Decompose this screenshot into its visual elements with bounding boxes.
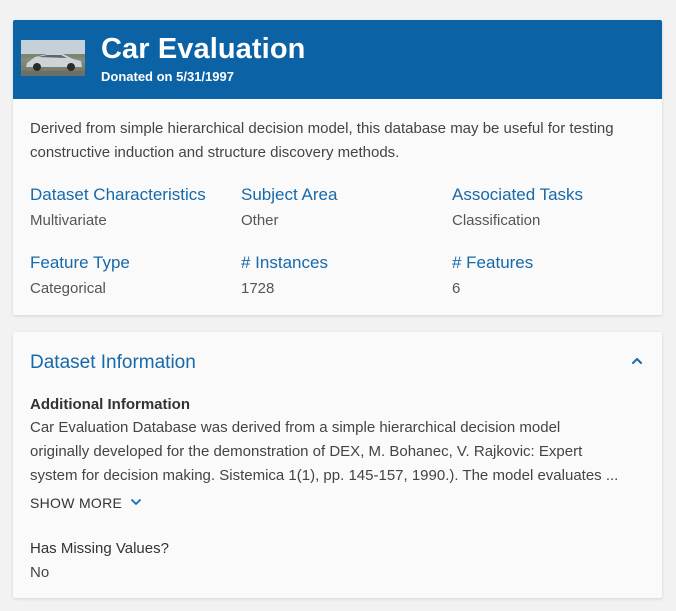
dataset-title: Car Evaluation (101, 33, 306, 65)
characteristic-value-subject-area: Other (241, 212, 279, 229)
characteristic-label-associated-tasks: Associated Tasks (452, 185, 584, 204)
section-title: Dataset Information (30, 352, 196, 373)
characteristic-label-feature-type: Feature Type (30, 253, 130, 272)
characteristic-value-dataset-characteristics: Multivariate (30, 212, 107, 229)
dataset-header: Car Evaluation Donated on 5/31/1997 (13, 20, 662, 99)
dataset-summary-card: Car Evaluation Donated on 5/31/1997 Deri… (13, 20, 662, 315)
donated-date: Donated on 5/31/1997 (101, 69, 234, 84)
show-more-label: SHOW MORE (30, 495, 123, 511)
missing-values-value: No (30, 564, 50, 581)
show-more-button[interactable]: SHOW MORE (30, 495, 142, 511)
characteristic-value-features: 6 (452, 280, 461, 297)
additional-information-line: system for decision making. Sistemica 1(… (30, 467, 619, 484)
characteristic-value-instances: 1728 (241, 280, 275, 297)
missing-values-label: Has Missing Values? (30, 540, 169, 557)
characteristic-value-feature-type: Categorical (30, 280, 106, 297)
characteristic-label-dataset-characteristics: Dataset Characteristics (30, 185, 206, 204)
additional-information-text: Car Evaluation Database was derived from… (30, 416, 650, 488)
additional-information-label: Additional Information (30, 396, 190, 413)
chevron-up-icon[interactable] (630, 354, 644, 368)
chevron-down-icon (130, 495, 142, 511)
characteristic-label-instances: # Instances (241, 253, 328, 272)
characteristic-value-associated-tasks: Classification (452, 212, 541, 229)
dataset-thumbnail (21, 40, 85, 76)
dataset-information-card: Dataset Information Additional Informati… (13, 332, 662, 598)
additional-information-line: originally developed for the demonstrati… (30, 443, 583, 460)
characteristic-label-features: # Features (452, 253, 534, 272)
characteristic-label-subject-area: Subject Area (241, 185, 338, 204)
additional-information-line: Car Evaluation Database was derived from… (30, 419, 561, 436)
dataset-description: Derived from simple hierarchical decisio… (30, 120, 614, 161)
